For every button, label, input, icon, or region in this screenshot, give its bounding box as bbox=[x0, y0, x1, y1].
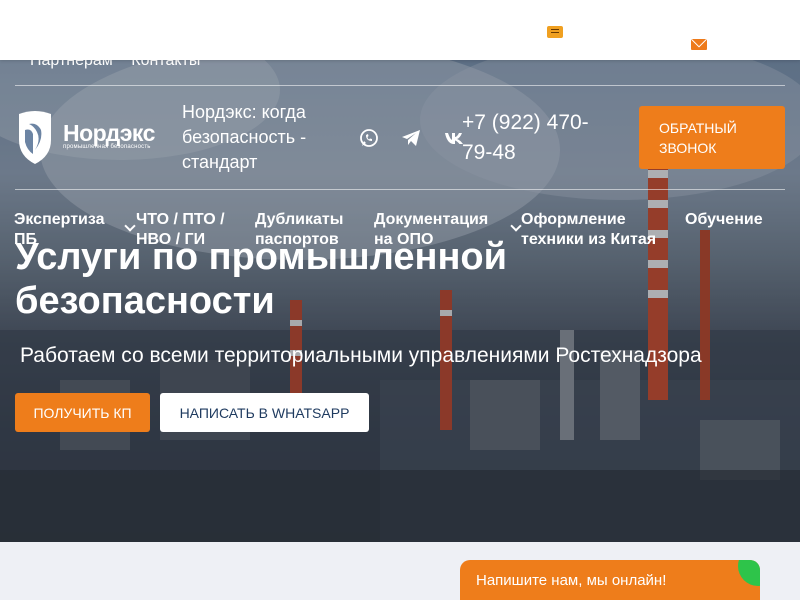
online-indicator-icon bbox=[738, 560, 760, 586]
nav-item-inspections[interactable]: ЧТО / ПТО / НВО / ГИ bbox=[136, 210, 246, 250]
hero-subtitle: Работаем со всеми территориальными управ… bbox=[20, 344, 702, 367]
main-nav: Экспертиза ПБ ЧТО / ПТО / НВО / ГИ Дубли… bbox=[0, 210, 800, 250]
logo[interactable]: Нордэкс промышленная безопасность bbox=[15, 110, 155, 166]
chevron-down-icon[interactable] bbox=[124, 220, 136, 232]
telegram-icon[interactable] bbox=[401, 128, 421, 153]
logo-name: Нордэкс bbox=[63, 120, 155, 146]
chat-widget-label: Напишите нам, мы онлайн! bbox=[476, 572, 667, 589]
chevron-down-icon[interactable] bbox=[510, 220, 522, 232]
nav-item-label: Обучение bbox=[685, 211, 763, 228]
slogan: Нордэкс: когда безопасность - стандарт bbox=[182, 102, 307, 172]
nav-item-expertise[interactable]: Экспертиза ПБ bbox=[14, 210, 124, 250]
nav-item-label: Дубликаты паспортов bbox=[255, 211, 344, 248]
chat-icon[interactable] bbox=[547, 26, 563, 38]
nav-item-label: Экспертиза ПБ bbox=[14, 211, 105, 248]
nav-item-label: Оформление техники из Китая bbox=[521, 211, 657, 248]
mail-icon[interactable] bbox=[691, 39, 707, 50]
get-offer-button[interactable]: ПОЛУЧИТЬ КП bbox=[15, 393, 150, 432]
vk-icon[interactable] bbox=[444, 128, 464, 153]
whatsapp-write-button[interactable]: НАПИСАТЬ В WHATSAPP bbox=[160, 393, 369, 432]
whatsapp-icon[interactable] bbox=[359, 128, 379, 153]
phone-number[interactable]: +7 (922) 470-79-48 bbox=[462, 108, 612, 168]
divider bbox=[15, 85, 785, 86]
nav-item-passport-duplicates[interactable]: Дубликаты паспортов bbox=[255, 210, 365, 250]
nav-item-label: ЧТО / ПТО / НВО / ГИ bbox=[136, 211, 225, 248]
nav-item-training[interactable]: Обучение bbox=[685, 210, 785, 230]
nav-item-label: Документация на ОПО bbox=[374, 211, 489, 248]
divider bbox=[15, 189, 785, 190]
nav-item-opo-docs[interactable]: Документация на ОПО bbox=[374, 210, 504, 250]
chat-widget[interactable]: Напишите нам, мы онлайн! bbox=[460, 560, 760, 600]
shield-logo-icon bbox=[19, 111, 51, 164]
nav-item-china-equipment[interactable]: Оформление техники из Китая bbox=[521, 210, 681, 250]
top-overlay-bar bbox=[0, 0, 800, 60]
callback-button[interactable]: ОБРАТНЫЙ ЗВОНОК bbox=[639, 106, 785, 169]
logo-tagline: промышленная безопасность bbox=[63, 144, 151, 150]
